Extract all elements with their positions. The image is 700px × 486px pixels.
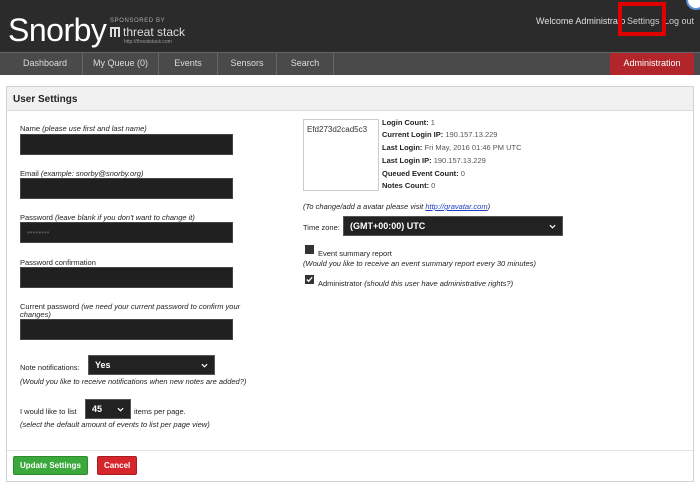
per-page-select[interactable]: 45 [85, 399, 131, 419]
administrator-label-text: Administrator [318, 279, 363, 288]
per-page-prefix: I would like to list [20, 407, 77, 416]
password-confirmation-label: Password confirmation [20, 258, 96, 267]
panel-title: User Settings [13, 94, 78, 105]
notes-count-value: 0 [431, 181, 436, 190]
nav-dashboard[interactable]: Dashboard [8, 53, 83, 75]
password-hint: (leave blank if you don't want to change… [55, 213, 195, 222]
update-settings-button[interactable]: Update Settings [13, 456, 88, 475]
login-count-label: Login Count: [382, 118, 429, 127]
password-label-text: Password [20, 213, 53, 222]
notes-count: Notes Count: 0 [382, 181, 435, 190]
footer-divider [7, 450, 693, 451]
administrator-hint: (should this user have administrative ri… [364, 279, 514, 288]
nav-search[interactable]: Search [277, 53, 334, 75]
current-login-ip-value: 190.157.13.229 [445, 130, 498, 139]
event-summary-checkbox[interactable] [305, 245, 314, 254]
current-password-hint-2: changes) [20, 310, 51, 319]
welcome-text: Welcome Administrato [536, 16, 626, 26]
nav-sensors[interactable]: Sensors [218, 53, 277, 75]
password-label: Password (leave blank if you don't want … [20, 213, 195, 222]
sponsor-block[interactable]: SPONSORED BY threat stack http://threats… [110, 17, 185, 46]
checkmark-icon [306, 276, 313, 283]
last-login-label: Last Login: [382, 143, 423, 152]
email-label-text: Email [20, 169, 39, 178]
event-summary-label: Event summary report [318, 249, 392, 258]
nav-events[interactable]: Events [159, 53, 218, 75]
queued-event-count-label: Queued Event Count: [382, 169, 459, 178]
per-page-suffix: items per page. [134, 407, 186, 416]
highlight-box [618, 2, 666, 36]
cancel-button[interactable]: Cancel [97, 456, 138, 475]
login-count: Login Count: 1 [382, 118, 435, 127]
gravatar-note-text: (To change/add a avatar please visit [303, 202, 424, 211]
queued-event-count-value: 0 [460, 169, 465, 178]
sponsor-logo: threat stack [110, 25, 185, 39]
email-label: Email (example: snorby@snorby.org) [20, 169, 143, 178]
current-login-ip: Current Login IP: 190.157.13.229 [382, 130, 497, 139]
notes-count-label: Notes Count: [382, 181, 430, 190]
password-input[interactable]: •••••••• [20, 222, 233, 243]
name-label-text: Name [20, 124, 41, 133]
main-nav: Dashboard My Queue (0) Events Sensors Se… [0, 52, 700, 75]
name-hint: (please use first and last name) [42, 124, 147, 133]
current-login-ip-label: Current Login IP: [382, 130, 444, 139]
per-page-hint: (select the default amount of events to … [20, 420, 210, 429]
per-page-value: 45 [92, 404, 103, 414]
chevron-down-icon [201, 363, 208, 368]
sponsored-by-text: SPONSORED BY [110, 18, 166, 24]
queued-event-count: Queued Event Count: 0 [382, 169, 465, 178]
note-notifications-label: Note notifications: [20, 363, 80, 372]
email-hint: (example: snorby@snorby.org) [40, 169, 144, 178]
chevron-down-icon [117, 407, 124, 412]
administrator-label: Administrator (should this user have adm… [318, 279, 513, 288]
top-bar: Snorby SPONSORED BY threat stack http://… [0, 0, 700, 52]
note-notifications-hint: (Would you like to receive notifications… [20, 377, 247, 386]
snorby-logo[interactable]: Snorby [8, 10, 107, 50]
corner-indicator-icon [686, 0, 700, 10]
login-count-value: 1 [430, 118, 435, 127]
timezone-select[interactable]: (GMT+00:00) UTC [343, 216, 563, 236]
last-login-value: Fri May, 2016 01:46 PM UTC [424, 143, 522, 152]
user-settings-panel: User Settings Name (please use first and… [6, 86, 694, 482]
last-login-ip-value: 190.157.13.229 [433, 156, 486, 165]
gravatar-link[interactable]: http://gravatar.com [425, 202, 487, 211]
administrator-checkbox[interactable] [305, 275, 314, 284]
gravatar-note-end: ) [487, 202, 491, 211]
name-input[interactable] [20, 134, 233, 155]
avatar-placeholder-text: Efd273d2cad5c3 [307, 125, 368, 134]
email-input[interactable] [20, 178, 233, 199]
event-summary-hint: (Would you like to receive an event summ… [303, 259, 537, 268]
current-password-input[interactable] [20, 319, 233, 340]
logout-link[interactable]: Log out [664, 16, 694, 26]
current-password-hint-1: (we need your current password to confir… [81, 302, 241, 311]
threat-stack-icon [110, 27, 120, 37]
avatar: Efd273d2cad5c3 [303, 119, 379, 191]
chevron-down-icon [549, 224, 556, 229]
sponsor-name: threat stack [123, 25, 186, 39]
timezone-value: (GMT+00:00) UTC [350, 221, 426, 231]
note-notifications-value: Yes [95, 360, 111, 370]
note-notifications-select[interactable]: Yes [88, 355, 215, 375]
nav-administration[interactable]: Administration [610, 53, 694, 75]
last-login-ip: Last Login IP: 190.157.13.229 [382, 156, 486, 165]
current-password-label: Current password (we need your current p… [20, 302, 240, 311]
timezone-label: Time zone: [303, 223, 340, 232]
name-label: Name (please use first and last name) [20, 124, 147, 133]
sponsor-url: http://threatstack.com [124, 39, 172, 45]
last-login-ip-label: Last Login IP: [382, 156, 432, 165]
panel-header: User Settings [7, 87, 693, 111]
password-confirmation-input[interactable] [20, 267, 233, 288]
gravatar-note: (To change/add a avatar please visit htt… [303, 202, 490, 211]
last-login: Last Login: Fri May, 2016 01:46 PM UTC [382, 143, 522, 152]
nav-my-queue[interactable]: My Queue (0) [83, 53, 159, 75]
